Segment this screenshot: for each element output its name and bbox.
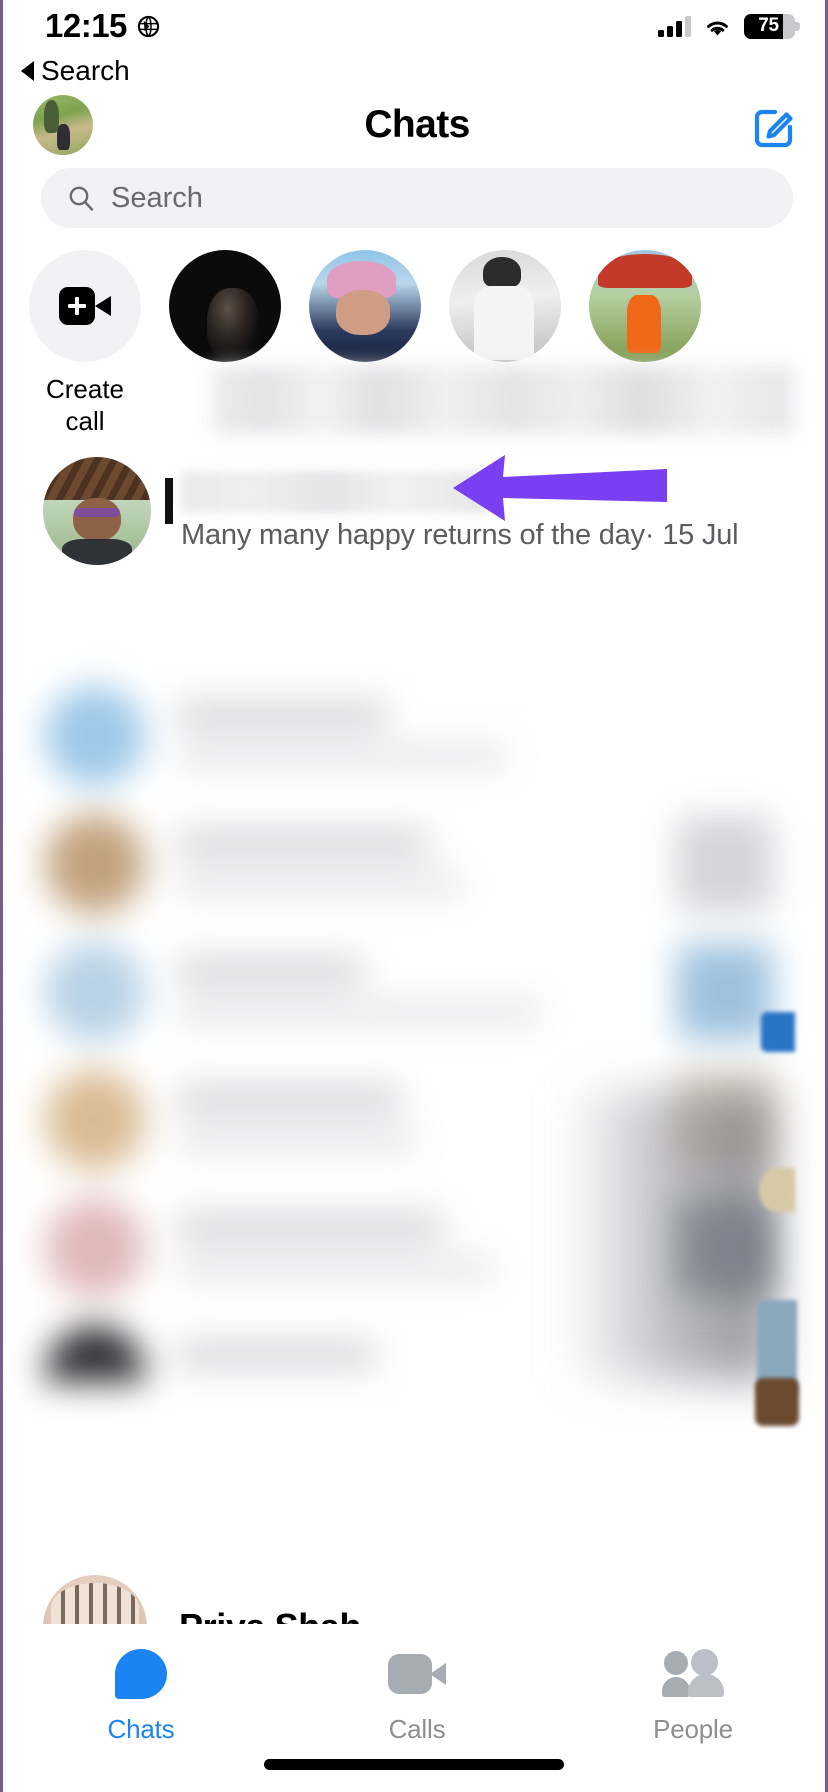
contact-avatar-1[interactable]: [169, 250, 281, 362]
page-title: Chats: [364, 103, 470, 146]
nav-header: Chats: [3, 94, 825, 156]
create-call-button[interactable]: Create call: [29, 250, 141, 437]
search-input[interactable]: [111, 181, 767, 215]
wifi-icon: [707, 21, 728, 35]
back-label: Search: [41, 55, 130, 86]
list-item[interactable]: [45, 800, 773, 928]
story-contact-names-blurred: [211, 366, 793, 434]
home-indicator[interactable]: [264, 1759, 564, 1770]
video-camera-plus-icon: [59, 287, 111, 325]
peek-thumbnail-4: [755, 1378, 799, 1426]
highlighted-chat-row[interactable]: Many many happy returns of the day· 15 J…: [3, 450, 825, 572]
highlighted-chat-name-blurred: [181, 470, 489, 513]
tab-calls-label: Calls: [388, 1714, 446, 1744]
messenger-chats-screen: 12:15 75 Search Chats Search Create call…: [0, 0, 828, 1792]
story-contact-1[interactable]: [169, 250, 281, 362]
tab-chats[interactable]: Chats: [3, 1646, 279, 1745]
status-bar-right: 75: [658, 13, 800, 39]
peek-thumbnail-1: [761, 1012, 795, 1052]
create-call-circle[interactable]: [29, 250, 141, 362]
story-contact-3[interactable]: [449, 250, 561, 362]
back-triangle-icon: [21, 61, 34, 81]
story-contact-4[interactable]: [589, 250, 701, 362]
battery-indicator: 75: [744, 13, 800, 39]
tab-chats-label: Chats: [107, 1714, 175, 1744]
status-bar: 12:15 75: [3, 0, 825, 52]
name-text-cursor: [165, 478, 173, 524]
list-item[interactable]: [45, 672, 773, 800]
video-camera-icon: [388, 1646, 446, 1702]
battery-percent-label: 75: [758, 15, 779, 36]
contact-avatar-3[interactable]: [449, 250, 561, 362]
create-call-label-line1: Create: [45, 374, 125, 404]
contact-avatar-4[interactable]: [589, 250, 701, 362]
list-item[interactable]: [45, 928, 773, 1056]
create-call-label-line2: call: [65, 405, 105, 436]
tab-people-label: People: [653, 1714, 733, 1744]
status-bar-left: 12:15: [45, 7, 160, 45]
compose-new-message-icon: [754, 109, 793, 148]
blur-shadow-overlay: [563, 1090, 773, 1380]
tab-calls[interactable]: Calls: [279, 1646, 555, 1745]
contact-avatar-2[interactable]: [309, 250, 421, 362]
story-contact-2[interactable]: [309, 250, 421, 362]
peek-thumbnail-2: [759, 1168, 795, 1212]
search-bar[interactable]: [41, 168, 793, 228]
tab-people[interactable]: People: [555, 1646, 825, 1745]
compose-new-message-button[interactable]: [749, 99, 801, 151]
back-to-search-button[interactable]: Search: [21, 52, 130, 90]
chat-contact-avatar[interactable]: [43, 457, 151, 565]
arrow-annotation: [453, 455, 667, 521]
location-services-icon: [137, 15, 160, 37]
cellular-signal-icon: [658, 15, 691, 37]
user-profile-avatar[interactable]: [33, 95, 93, 155]
people-icon: [662, 1646, 724, 1702]
status-bar-clock: 12:15: [45, 7, 127, 44]
search-icon: [69, 186, 94, 211]
chat-bubble-icon: [115, 1646, 167, 1702]
create-call-label: Create call: [29, 374, 141, 437]
